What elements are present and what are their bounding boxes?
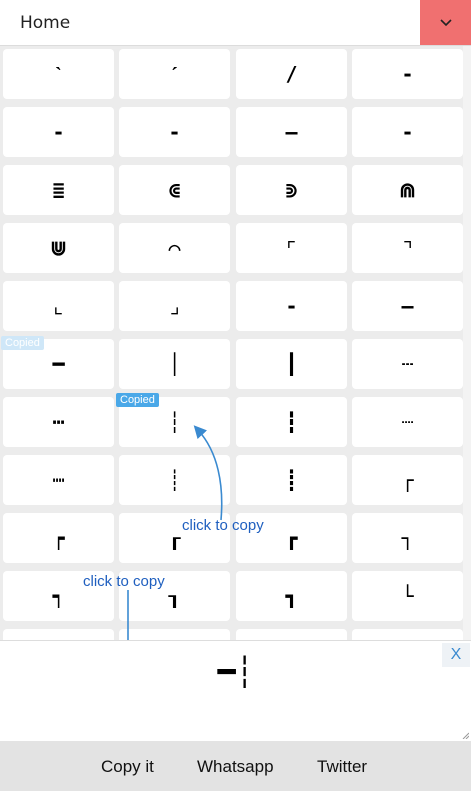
top-bar: Home (0, 0, 471, 46)
clear-button[interactable]: X (442, 643, 470, 667)
symbol-cell[interactable]: ┅ (3, 397, 114, 447)
symbol-cell[interactable]: — (352, 281, 463, 331)
symbol-cell[interactable]: ╹ (236, 629, 347, 640)
symbol-cell[interactable]: - (352, 107, 463, 157)
whatsapp-button[interactable]: Whatsapp (197, 757, 274, 777)
symbol-cell[interactable]: - (119, 107, 230, 157)
chevron-down-icon (439, 18, 452, 26)
resize-handle-icon[interactable] (461, 731, 469, 739)
symbol-cell[interactable]: ⌝ (352, 223, 463, 273)
symbol-cell[interactable]: ⌜ (236, 223, 347, 273)
symbol-cell[interactable]: ≣ (3, 165, 114, 215)
symbol-cell[interactable]: ┌ (352, 455, 463, 505)
symbol-cell[interactable]: ┋ (236, 455, 347, 505)
symbol-cell[interactable]: ┐ (352, 513, 463, 563)
symbol-cell[interactable]: ╵ (352, 629, 463, 640)
symbol-cell[interactable]: - (3, 107, 114, 157)
symbol-cell[interactable]: ⌟ (119, 281, 230, 331)
symbol-cell[interactable]: / (236, 49, 347, 99)
twitter-button[interactable]: Twitter (317, 757, 367, 777)
dropdown-button[interactable] (420, 0, 471, 45)
symbol-cell[interactable]: ⋐ (119, 165, 230, 215)
symbol-cell[interactable]: ⋑ (236, 165, 347, 215)
symbol-cell[interactable]: ┉ (3, 455, 114, 505)
hint-text-2: click to copy (83, 573, 165, 590)
symbol-cell[interactable]: — (236, 107, 347, 157)
symbol-cell[interactable]: ┊ (119, 455, 230, 505)
symbol-cell[interactable]: │ (119, 339, 230, 389)
symbol-cell[interactable]: ┓ (236, 571, 347, 621)
symbol-cell[interactable]: ┄ (352, 339, 463, 389)
output-textarea[interactable]: ━┆ X (0, 640, 471, 741)
symbol-cell[interactable]: ⌒ (119, 223, 230, 273)
page-title: Home (20, 13, 71, 33)
action-bar: Copy it Whatsapp Twitter (0, 741, 471, 791)
copied-badge-faded: Copied (1, 336, 44, 350)
copied-badge: Copied (116, 393, 159, 407)
symbol-cell[interactable]: ┃ (236, 339, 347, 389)
symbol-cell[interactable]: ˊ (119, 49, 230, 99)
symbol-cell[interactable]: ┍ (3, 513, 114, 563)
symbol-cell[interactable]: ┇ (236, 397, 347, 447)
symbol-cell[interactable]: - (236, 281, 347, 331)
symbol-cell[interactable]: ╹ (119, 629, 230, 640)
symbol-cell[interactable]: - (352, 49, 463, 99)
symbol-grid: ˋ ˊ / - - - — - ≣ ⋐ ⋑ ⋒ ⋓ ⌒ ⌜ ⌝ ⌞ ⌟ - — ━ │ ┃ ┄ ┅ ┆ ┇ ┈ ┉ ┊ ┋ ┌ ┍ ┎ ┏ ┐ ┑ ┒ ┓ └… (0, 46, 471, 640)
symbol-cell[interactable]: ┈ (352, 397, 463, 447)
symbol-cell[interactable]: ⋒ (352, 165, 463, 215)
copy-button[interactable]: Copy it (101, 757, 154, 777)
symbol-cell[interactable]: ˋ (3, 49, 114, 99)
symbol-cell[interactable]: └ (352, 571, 463, 621)
hint-text-1: click to copy (182, 517, 264, 534)
symbol-cell[interactable]: ⋓ (3, 223, 114, 273)
symbol-cell[interactable]: ⌞ (3, 281, 114, 331)
symbol-cell[interactable]: ╵ (3, 629, 114, 640)
scrollbar[interactable] (463, 46, 471, 640)
output-value: ━┆ (217, 655, 254, 690)
